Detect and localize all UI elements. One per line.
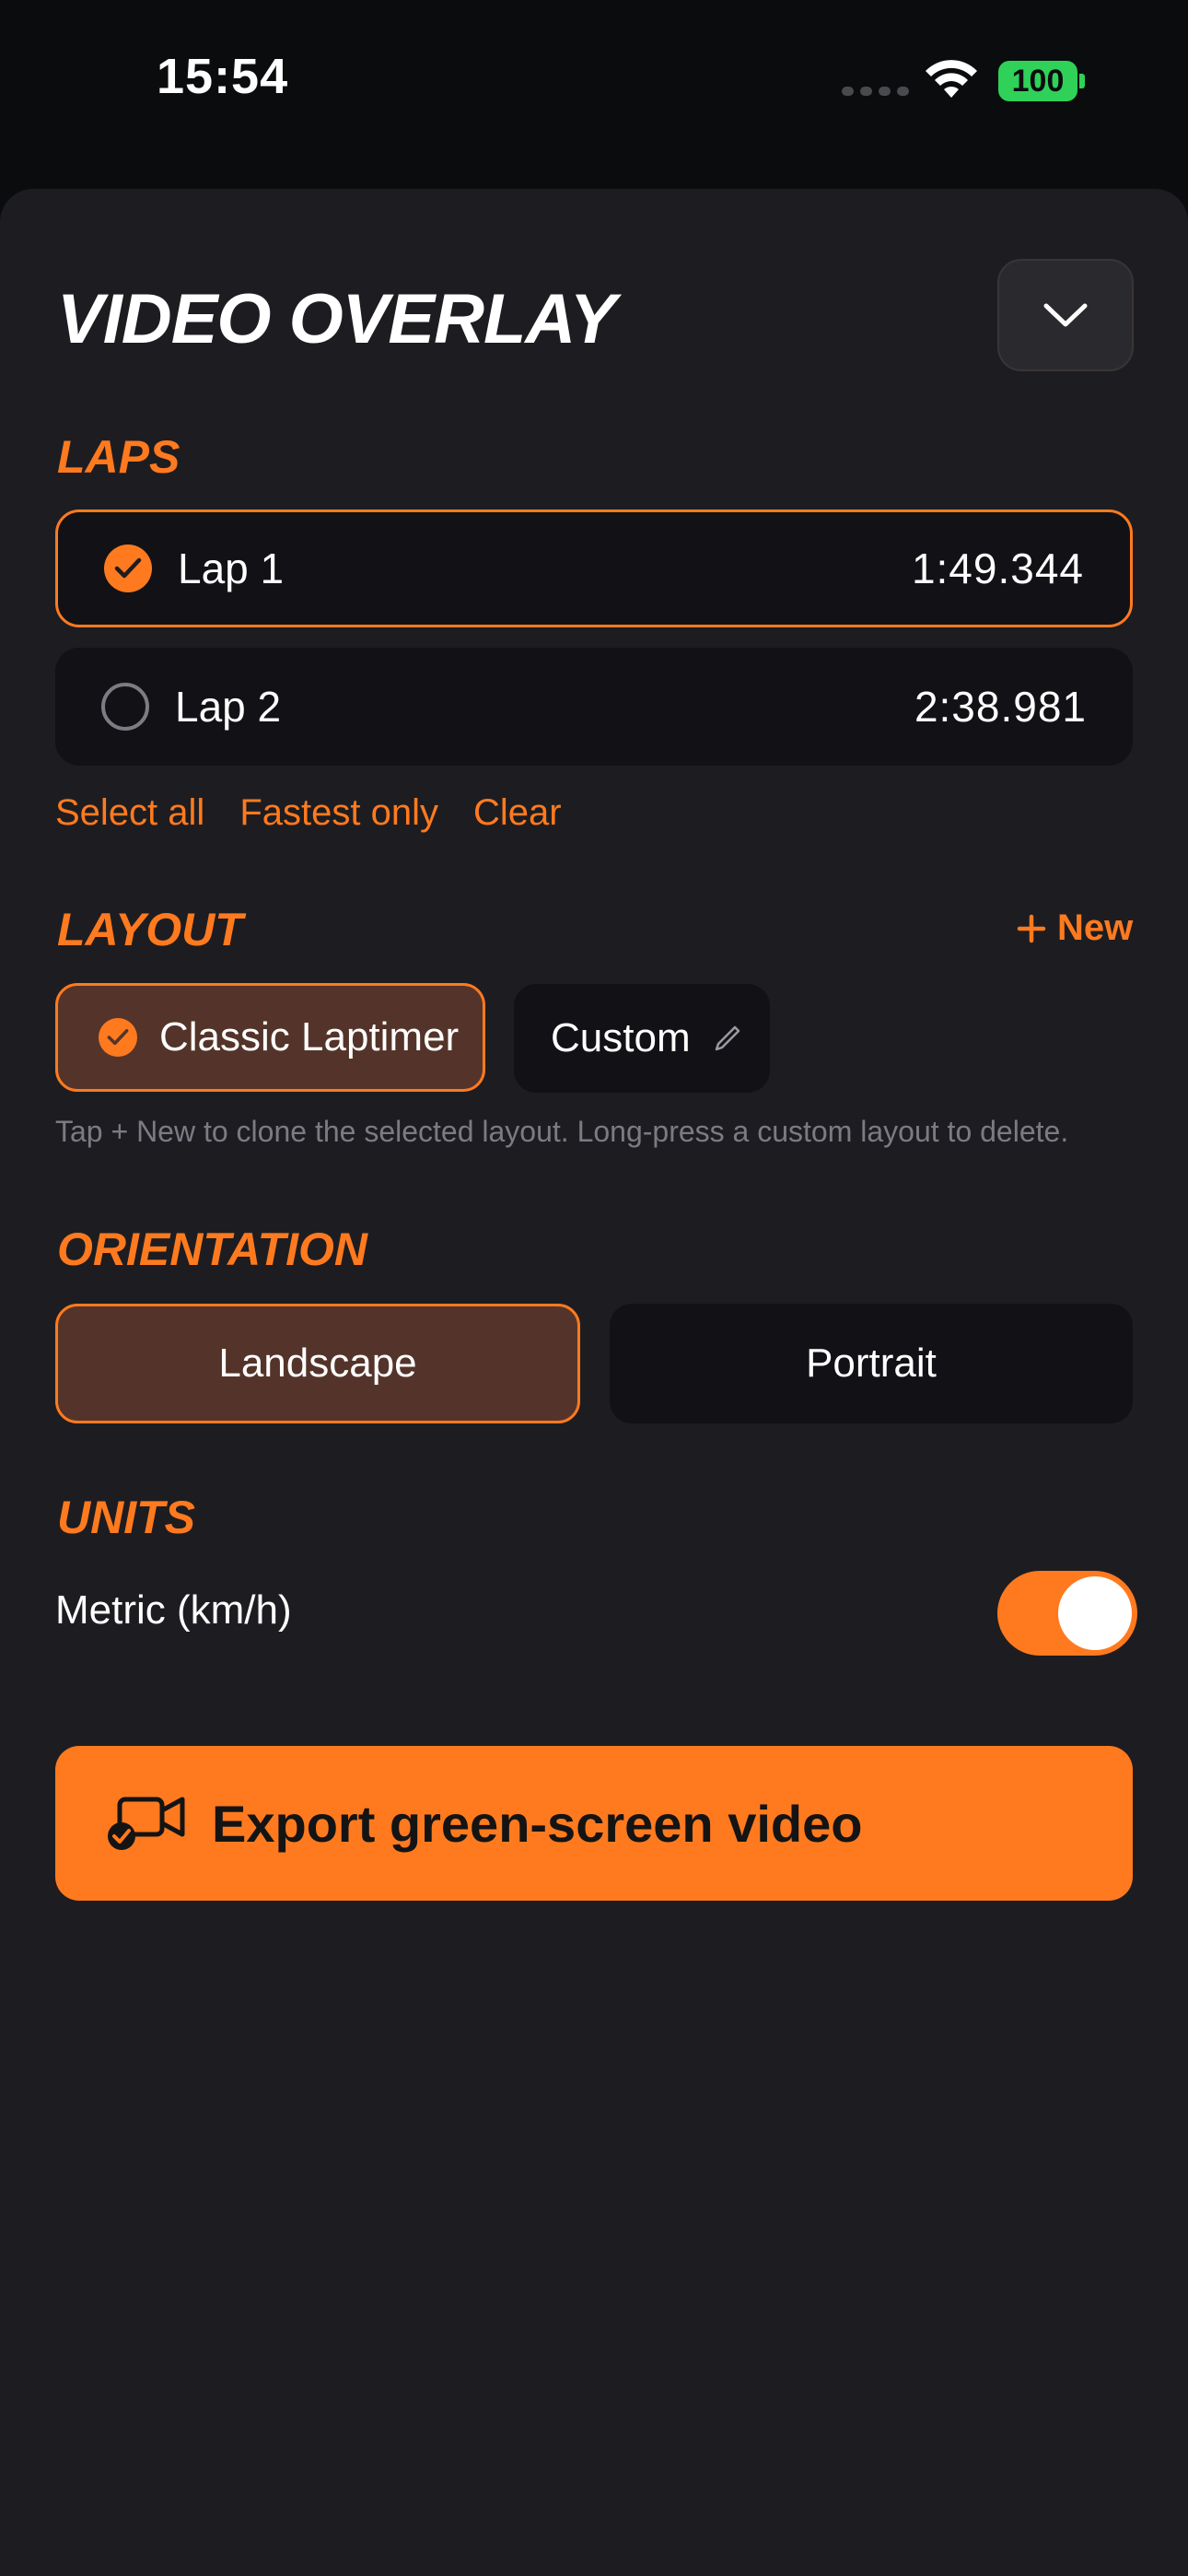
layout-option-custom[interactable]: Custom [514,984,770,1093]
layout-option-classic-laptimer[interactable]: Classic Laptimer [55,983,485,1092]
lap-row-2[interactable]: Lap 2 2:38.981 [55,648,1133,766]
plus-icon [1017,914,1046,943]
checkmark-icon [99,1018,137,1057]
export-button-label: Export green-screen video [212,1794,863,1853]
orientation-section-label: ORIENTATION [57,1224,368,1275]
battery-indicator: 100 [998,61,1077,101]
laps-section-label: LAPS [57,431,181,483]
battery-nub [1079,74,1085,88]
status-time: 15:54 [157,49,289,104]
lap-time: 2:38.981 [914,683,1087,731]
lap-row-1[interactable]: Lap 1 1:49.344 [55,509,1133,627]
pencil-icon [715,1025,740,1051]
layout-option-label: Classic Laptimer [159,1014,460,1060]
select-all-link[interactable]: Select all [55,792,204,834]
export-green-screen-button[interactable]: Export green-screen video [55,1746,1133,1901]
lap-name: Lap 1 [178,544,285,592]
new-layout-button[interactable]: New [1017,907,1133,949]
layout-section-label: LAYOUT [57,904,243,955]
orientation-landscape[interactable]: Landscape [55,1304,580,1423]
lap-quick-actions: Select all Fastest only Clear [55,792,562,834]
clear-link[interactable]: Clear [473,792,562,834]
sheet-title: VIDEO OVERLAY [57,280,616,358]
toggle-knob [1058,1576,1132,1650]
video-camera-check-icon [108,1797,185,1850]
checkmark-icon [104,544,152,592]
orientation-portrait[interactable]: Portrait [610,1304,1133,1423]
status-bar: 15:54 100 [0,0,1188,189]
cellular-signal-icon [842,87,909,96]
video-overlay-sheet: VIDEO OVERLAY LAPS Lap 1 1:49.344 Lap 2 … [0,189,1188,2576]
wifi-icon [926,60,977,98]
fastest-only-link[interactable]: Fastest only [239,792,438,834]
layout-option-label: Custom [551,1015,691,1060]
collapse-button[interactable] [997,259,1134,371]
layout-helper-text: Tap + New to clone the selected layout. … [55,1115,1069,1148]
lap-name: Lap 2 [175,683,282,731]
metric-units-toggle[interactable] [997,1571,1137,1656]
metric-units-label: Metric (km/h) [55,1587,292,1633]
units-section-label: UNITS [57,1492,195,1543]
new-layout-label: New [1057,907,1134,948]
lap-time: 1:49.344 [911,544,1084,592]
unchecked-circle-icon [101,683,149,731]
chevron-down-icon [1043,303,1088,327]
